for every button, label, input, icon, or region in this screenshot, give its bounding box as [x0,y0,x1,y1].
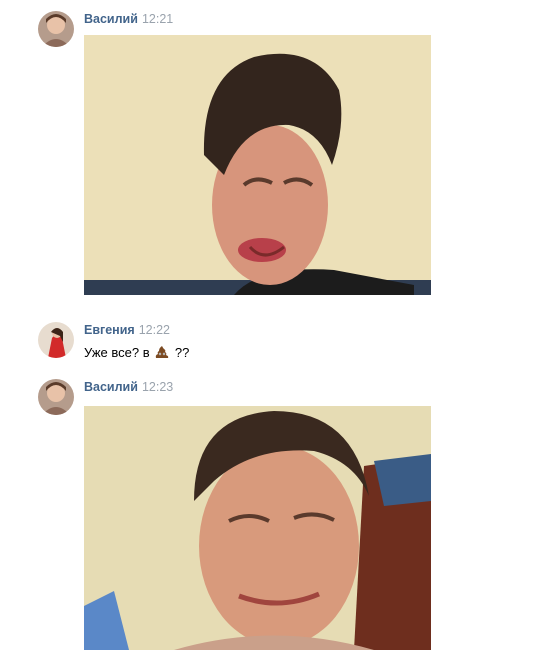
avatar[interactable] [38,11,74,47]
message-item: Василий 12:21 [38,11,549,301]
message-header: Евгения 12:22 [84,322,170,338]
author-name[interactable]: Василий [84,380,138,394]
message-item: Евгения 12:22 Уже все? в ?? [38,322,549,362]
avatar-image [38,11,74,47]
message-time[interactable]: 12:21 [142,12,173,26]
message-text: Уже все? в ?? [84,344,189,362]
message-header: Василий 12:23 [84,379,173,395]
avatar-image [38,322,74,358]
pile-of-poo-emoji-icon [155,346,169,358]
message-time[interactable]: 12:23 [142,380,173,394]
photo-attachment[interactable] [84,35,431,295]
photo-attachment[interactable] [84,406,431,650]
message-text-part: ?? [174,345,190,360]
author-name[interactable]: Василий [84,12,138,26]
message-time[interactable]: 12:22 [139,323,170,337]
avatar[interactable] [38,322,74,358]
message-item: Василий 12:23 [38,379,549,669]
photo-image [84,35,431,295]
message-text-part: Уже все? в [84,345,150,360]
message-header: Василий 12:21 [84,11,173,27]
author-name[interactable]: Евгения [84,323,135,337]
avatar-image [38,379,74,415]
avatar[interactable] [38,379,74,415]
photo-image [84,406,431,650]
